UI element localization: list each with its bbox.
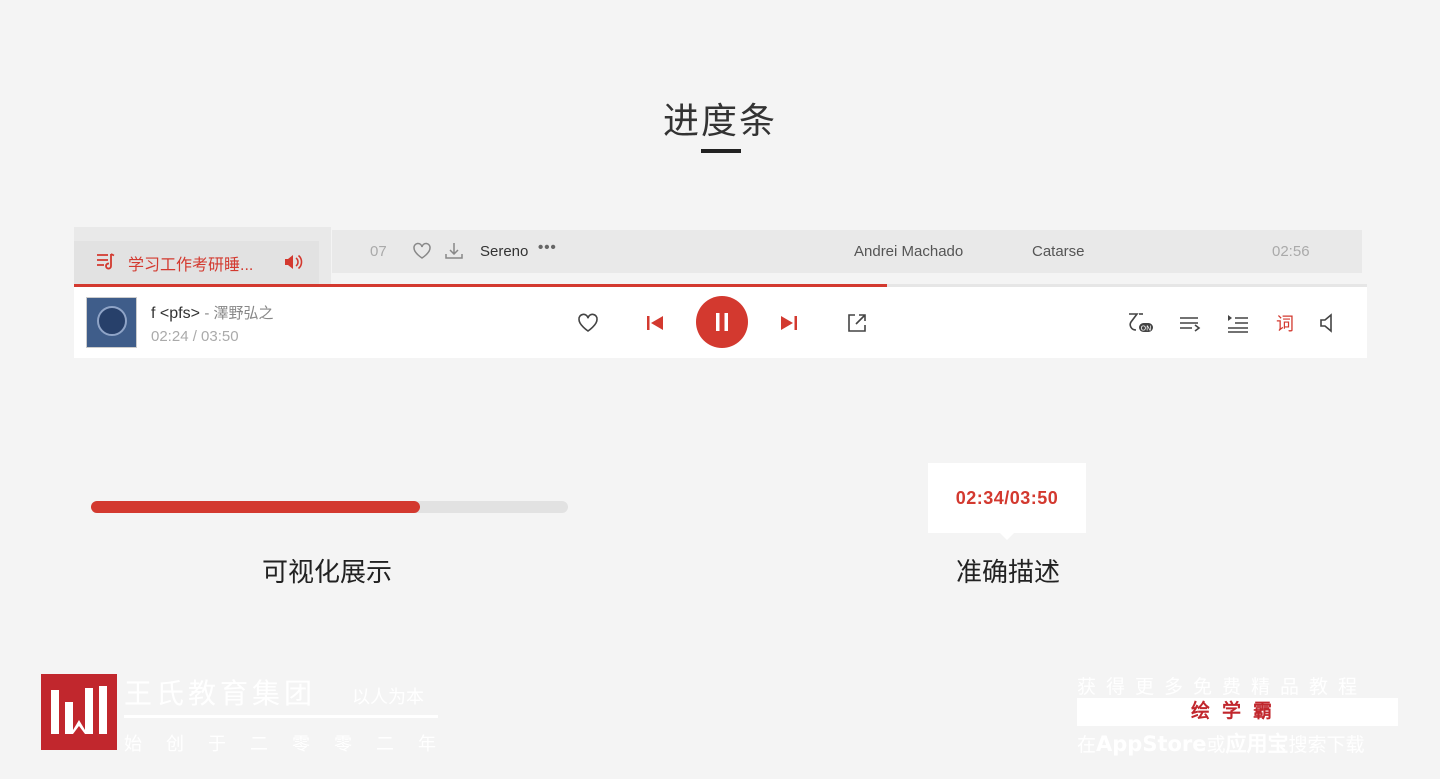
tooltip-tail: [1000, 533, 1014, 540]
promo-tagline: 获得更多免费精品教程: [1077, 676, 1368, 698]
skip-previous-icon: [647, 315, 663, 330]
promo-download-hint: 在AppStore或应用宝搜索下载: [1077, 728, 1365, 758]
song-title: f <pfs>: [151, 305, 200, 322]
playback-mode-button[interactable]: [1178, 287, 1202, 358]
speaker-icon: [283, 253, 303, 276]
download-icon[interactable]: [444, 242, 464, 264]
promo-suffix: 搜索下载: [1288, 734, 1365, 756]
page-title: 进度条: [662, 101, 777, 142]
now-playing-title: f <pfs> - 澤野弘之: [151, 302, 274, 323]
playlist-label: 学习工作考研睡...: [128, 257, 254, 274]
playlist-icon: [96, 252, 116, 275]
pause-icon: [716, 313, 728, 331]
playback-time: 02:24 / 03:50: [151, 328, 239, 345]
time-tooltip: 02:34/03:50: [928, 463, 1086, 533]
demo-progress-bar: [91, 501, 568, 513]
playlist-icon: [1228, 314, 1248, 333]
promo-or: 或: [1206, 734, 1226, 756]
heart-icon[interactable]: [412, 242, 432, 264]
track-artist[interactable]: Andrei Machado: [854, 243, 963, 260]
heart-icon: [578, 313, 598, 332]
promo-prefix: 在: [1077, 734, 1097, 756]
company-logo: [41, 674, 117, 750]
volume-button[interactable]: [1316, 287, 1340, 358]
sound-effect-icon: ON: [1129, 312, 1153, 332]
track-duration: 02:56: [1272, 243, 1310, 260]
caption-accurate-description: 准确描述: [956, 558, 1061, 588]
track-album[interactable]: Catarse: [1032, 243, 1085, 260]
demo-progress-fill: [91, 501, 421, 513]
skip-next-icon: [781, 315, 797, 330]
svg-text:ON: ON: [1141, 324, 1152, 332]
promo-brand: 绘学霸: [1077, 698, 1398, 726]
song-artist[interactable]: - 澤野弘之: [204, 305, 273, 322]
player-bar: f <pfs> - 澤野弘之 02:24 / 03:50 ON 词: [74, 287, 1367, 358]
promo-store-appstore: AppStore: [1096, 732, 1207, 756]
promo-store-yingyongbao: 应用宝: [1225, 732, 1289, 756]
org-name: 王氏教育集团: [124, 677, 317, 710]
like-button[interactable]: [574, 287, 602, 358]
lyrics-button[interactable]: 词: [1272, 287, 1298, 358]
current-time: 02:24 /: [151, 328, 197, 345]
track-number: 07: [370, 243, 387, 260]
total-time: 03:50: [201, 328, 239, 345]
previous-button[interactable]: [642, 287, 668, 358]
track-title: Sereno: [480, 243, 529, 260]
more-icon[interactable]: •••: [538, 239, 557, 256]
org-slogan: 以人为本: [352, 687, 424, 708]
sidebar: 学习工作考研睡...: [74, 227, 331, 285]
share-button[interactable]: [844, 287, 870, 358]
footer-divider: [124, 715, 438, 718]
volume-icon: [1320, 312, 1332, 333]
sidebar-playlist-item[interactable]: 学习工作考研睡...: [74, 241, 319, 285]
sequence-icon: [1180, 316, 1201, 332]
org-founded: 始创于二零零二年: [124, 734, 460, 755]
music-player-mock: 学习工作考研睡... 07 Sereno ••• Andrei Machado …: [74, 227, 1367, 358]
caption-visual-display: 可视化展示: [262, 558, 393, 588]
next-button[interactable]: [776, 287, 802, 358]
track-row[interactable]: 07 Sereno ••• Andrei Machado Catarse 02:…: [332, 230, 1362, 273]
title-underline: [701, 149, 741, 153]
share-icon: [848, 313, 866, 332]
album-cover[interactable]: [86, 297, 137, 348]
pause-button[interactable]: [696, 296, 748, 348]
playlist-button[interactable]: [1226, 287, 1250, 358]
sound-effect-button[interactable]: ON: [1124, 287, 1156, 358]
